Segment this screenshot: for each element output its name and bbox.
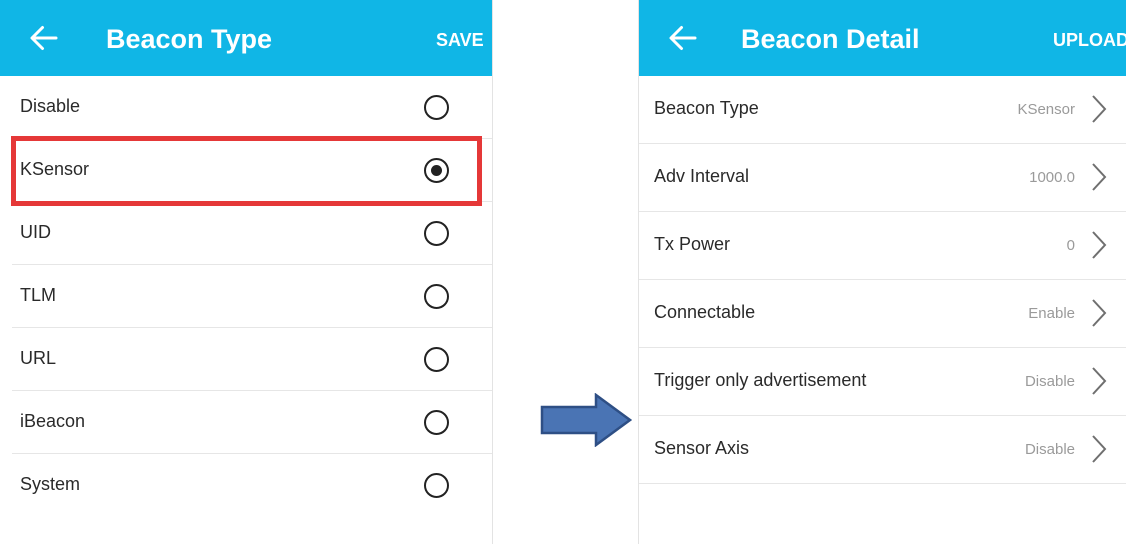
chevron-right-icon	[1092, 367, 1107, 395]
beacon-detail-list: Beacon Type KSensor Adv Interval 1000.0 …	[639, 76, 1126, 484]
option-label: TLM	[20, 285, 56, 305]
option-label: Disable	[20, 96, 81, 116]
option-ibeacon[interactable]: iBeacon	[12, 391, 492, 454]
row-value: Disable	[1024, 441, 1075, 458]
chevron-right-icon	[1092, 163, 1107, 191]
chevron-right-icon	[1092, 435, 1107, 463]
arrow-right-icon	[540, 393, 632, 447]
radio-button-icon[interactable]	[424, 221, 449, 246]
row-beacon-type[interactable]: Beacon Type KSensor	[639, 76, 1126, 144]
row-adv-interval[interactable]: Adv Interval 1000.0	[639, 144, 1126, 212]
radio-button-checked-icon[interactable]	[424, 158, 449, 183]
row-tx-power[interactable]: Tx Power 0	[639, 212, 1126, 280]
upload-button[interactable]: UPLOAD	[1053, 30, 1126, 51]
row-label: Trigger only advertisement	[654, 370, 867, 390]
radio-button-icon[interactable]	[424, 284, 449, 309]
row-sensor-axis[interactable]: Sensor Axis Disable	[639, 416, 1126, 484]
row-label: Beacon Type	[654, 98, 759, 118]
radio-button-icon[interactable]	[424, 473, 449, 498]
row-value: KSensor	[1017, 101, 1075, 118]
option-disable[interactable]: Disable	[12, 76, 492, 139]
row-value: 0	[1066, 237, 1075, 254]
beacon-type-screen: Beacon Type SAVE Disable KSensor UID TLM…	[0, 0, 493, 544]
option-label: UID	[20, 222, 51, 242]
radio-button-icon[interactable]	[424, 347, 449, 372]
option-ksensor[interactable]: KSensor	[12, 139, 492, 202]
row-trigger-only-advertisement[interactable]: Trigger only advertisement Disable	[639, 348, 1126, 416]
row-connectable[interactable]: Connectable Enable	[639, 280, 1126, 348]
radio-button-icon[interactable]	[424, 95, 449, 120]
row-label: Connectable	[654, 302, 756, 322]
option-label: System	[20, 474, 81, 494]
row-label: Sensor Axis	[654, 438, 750, 458]
row-label: Tx Power	[654, 234, 731, 254]
row-label: Adv Interval	[654, 166, 750, 186]
chevron-right-icon	[1092, 299, 1107, 327]
back-arrow-icon[interactable]	[665, 20, 701, 56]
save-button[interactable]: SAVE	[436, 30, 484, 51]
radio-button-icon[interactable]	[424, 410, 449, 435]
chevron-right-icon	[1092, 95, 1107, 123]
app-bar: Beacon Detail UPLOAD	[639, 0, 1126, 76]
chevron-right-icon	[1092, 231, 1107, 259]
beacon-detail-screen: Beacon Detail UPLOAD Beacon Type KSensor…	[638, 0, 1126, 544]
row-value: Enable	[1028, 305, 1075, 322]
option-url[interactable]: URL	[12, 328, 492, 391]
back-arrow-icon[interactable]	[26, 20, 62, 56]
row-value: 1000.0	[1029, 169, 1075, 186]
option-uid[interactable]: UID	[12, 202, 492, 265]
option-tlm[interactable]: TLM	[12, 265, 492, 328]
option-label: URL	[20, 348, 57, 368]
row-value: Disable	[1024, 373, 1075, 390]
option-system[interactable]: System	[12, 454, 492, 516]
app-bar: Beacon Type SAVE	[0, 0, 492, 76]
page-title: Beacon Detail	[741, 24, 920, 54]
beacon-type-list: Disable KSensor UID TLM URL iBeacon Syst…	[0, 76, 492, 516]
option-label: KSensor	[20, 159, 90, 179]
option-label: iBeacon	[20, 411, 86, 431]
page-title: Beacon Type	[106, 24, 273, 54]
